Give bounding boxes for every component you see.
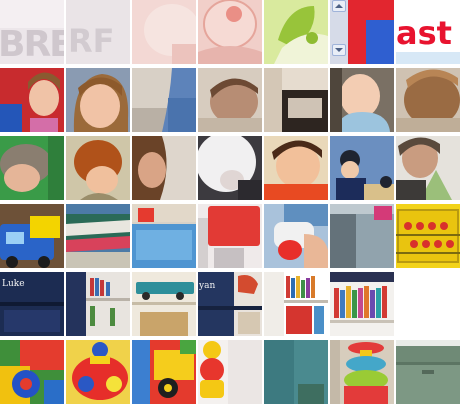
thumbnail-r1c3[interactable] xyxy=(132,0,196,64)
thumbnail-r3c4[interactable] xyxy=(198,136,262,200)
thumbnail-grid: BRE RF ast Luke yan xyxy=(0,0,460,404)
thumbnail-r3c7[interactable] xyxy=(396,136,460,200)
tile-text-ast: ast xyxy=(396,14,452,52)
thumbnail-image xyxy=(0,68,64,132)
thumbnail-r5c5[interactable] xyxy=(264,272,328,336)
thumbnail-image xyxy=(198,340,262,404)
thumbnail-image xyxy=(264,68,328,132)
thumbnail-r1c7[interactable]: ast xyxy=(396,0,460,64)
thumbnail-r4c6[interactable] xyxy=(330,204,394,268)
thumbnail-r1c4[interactable] xyxy=(198,0,262,64)
thumbnail-image xyxy=(264,272,328,336)
thumbnail-image xyxy=(264,204,328,268)
thumbnail-r1c6[interactable] xyxy=(330,0,394,64)
thumbnail-image xyxy=(0,204,64,268)
thumbnail-r3c2[interactable] xyxy=(66,136,130,200)
thumbnail-r4c7[interactable] xyxy=(396,204,460,268)
thumbnail-r3c5[interactable] xyxy=(264,136,328,200)
thumbnail-image xyxy=(198,136,262,200)
thumbnail-image xyxy=(330,272,394,336)
thumbnail-r1c2[interactable]: RF xyxy=(66,0,130,64)
scroll-up-icon xyxy=(335,4,343,8)
thumbnail-r5c6[interactable] xyxy=(330,272,394,336)
tile-text-bre: BRE xyxy=(0,24,64,64)
thumbnail-r3c1[interactable] xyxy=(0,136,64,200)
thumbnail-image xyxy=(330,136,394,200)
thumbnail-image xyxy=(132,204,196,268)
thumbnail-r2c7[interactable] xyxy=(396,68,460,132)
thumbnail-r5c1[interactable]: Luke xyxy=(0,272,64,336)
thumbnail-r4c5[interactable] xyxy=(264,204,328,268)
thumbnail-image xyxy=(396,68,460,132)
thumbnail-r6c2[interactable] xyxy=(66,340,130,404)
thumbnail-r1c5[interactable] xyxy=(264,0,328,64)
thumbnail-r6c5[interactable] xyxy=(264,340,328,404)
thumbnail-image xyxy=(0,136,64,200)
thumbnail-image xyxy=(396,204,460,268)
thumbnail-r1c1[interactable]: BRE xyxy=(0,0,64,64)
thumbnail-r6c3[interactable] xyxy=(132,340,196,404)
thumbnail-image xyxy=(66,68,130,132)
thumbnail-image xyxy=(396,340,460,404)
cubby-label-yan: yan xyxy=(199,281,216,291)
thumbnail-r6c1[interactable] xyxy=(0,340,64,404)
thumbnail-r2c3[interactable] xyxy=(132,68,196,132)
thumbnail-image xyxy=(132,272,196,336)
thumbnail-image xyxy=(66,340,130,404)
thumbnail-r2c1[interactable] xyxy=(0,68,64,132)
thumbnail-image xyxy=(330,68,394,132)
thumbnail-image xyxy=(132,136,196,200)
thumbnail-r3c3[interactable] xyxy=(132,136,196,200)
thumbnail-image xyxy=(66,204,130,268)
thumbnail-r3c6[interactable] xyxy=(330,136,394,200)
thumbnail-r2c4[interactable] xyxy=(198,68,262,132)
thumbnail-r2c6[interactable] xyxy=(330,68,394,132)
thumbnail-r6c6[interactable] xyxy=(330,340,394,404)
thumbnail-image xyxy=(396,136,460,200)
thumbnail-image xyxy=(132,340,196,404)
thumbnail-r5c3[interactable] xyxy=(132,272,196,336)
thumbnail-r4c2[interactable] xyxy=(66,204,130,268)
thumbnail-image xyxy=(0,340,64,404)
thumbnail-r4c3[interactable] xyxy=(132,204,196,268)
thumbnail-r4c1[interactable] xyxy=(0,204,64,268)
cubby-label-luke: Luke xyxy=(2,279,25,289)
thumbnail-image xyxy=(198,68,262,132)
thumbnail-image xyxy=(264,0,328,64)
thumbnail-r2c5[interactable] xyxy=(264,68,328,132)
thumbnail-image xyxy=(330,340,394,404)
thumbnail-image xyxy=(330,204,394,268)
thumbnail-image xyxy=(66,136,130,200)
thumbnail-r5c2[interactable] xyxy=(66,272,130,336)
tile-text-rf: RF xyxy=(68,22,115,60)
thumbnail-r5c4[interactable]: yan xyxy=(198,272,262,336)
thumbnail-image xyxy=(132,0,196,64)
thumbnail-r6c4[interactable] xyxy=(198,340,262,404)
thumbnail-image xyxy=(264,340,328,404)
thumbnail-r6c7[interactable] xyxy=(396,340,460,404)
scroll-down-button[interactable] xyxy=(332,44,346,56)
thumbnail-r2c2[interactable] xyxy=(66,68,130,132)
scroll-up-button[interactable] xyxy=(332,0,346,12)
thumbnail-image xyxy=(198,204,262,268)
scroll-down-icon xyxy=(335,48,343,52)
thumbnail-r4c4[interactable] xyxy=(198,204,262,268)
thumbnail-image xyxy=(132,68,196,132)
thumbnail-image xyxy=(198,0,262,64)
thumbnail-image xyxy=(66,272,130,336)
thumbnail-image xyxy=(264,136,328,200)
